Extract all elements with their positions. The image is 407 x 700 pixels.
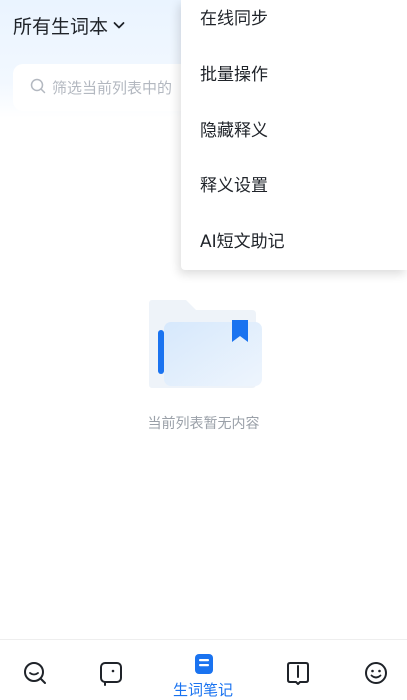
bottom-nav: 生词笔记 <box>0 639 407 700</box>
options-menu: 在线同步 批量操作 隐藏释义 释义设置 AI短文助记 <box>181 0 407 270</box>
nav-search[interactable] <box>4 640 64 700</box>
screen: 所有生词本 筛选当前列表中的 在线同步 批量操作 隐藏释义 释义设置 AI短文助… <box>0 0 407 700</box>
menu-item-ai-story[interactable]: AI短文助记 <box>200 228 285 256</box>
empty-state-message: 当前列表暂无内容 <box>147 416 260 432</box>
face-box-icon <box>100 662 122 686</box>
nav-learn[interactable] <box>80 640 140 700</box>
empty-folder-illustration <box>148 298 264 390</box>
chevron-down-icon <box>112 18 126 32</box>
nav-vocab-notes-label: 生词笔记 <box>172 681 233 699</box>
notebook-selector[interactable]: 所有生词本 <box>13 11 126 39</box>
nav-vocab-notes[interactable]: 生词笔记 <box>163 640 243 700</box>
notebook-icon <box>195 654 213 674</box>
menu-item-batch[interactable]: 批量操作 <box>200 61 268 89</box>
book-icon <box>287 662 309 685</box>
notebook-selector-label: 所有生词本 <box>13 15 109 38</box>
nav-reading[interactable] <box>267 640 327 700</box>
search-icon <box>24 662 46 684</box>
search-placeholder: 筛选当前列表中的 <box>52 79 173 97</box>
smile-icon <box>365 662 387 684</box>
search-icon <box>30 78 46 98</box>
menu-item-sync[interactable]: 在线同步 <box>200 5 268 33</box>
menu-item-definition-settings[interactable]: 释义设置 <box>200 172 268 200</box>
nav-profile[interactable] <box>345 640 405 700</box>
menu-item-hide-definitions[interactable]: 隐藏释义 <box>200 117 268 145</box>
